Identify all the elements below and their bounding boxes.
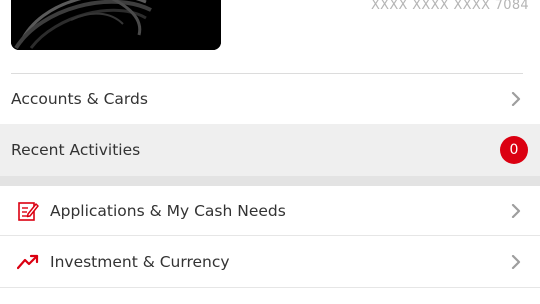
- chevron-right-icon: [509, 203, 523, 218]
- menu-item-investment-currency[interactable]: Investment & Currency: [0, 237, 540, 288]
- section-separator: [0, 176, 540, 186]
- app-screen: XXXX XXXX XXXX 7084 Accounts & Cards Rec…: [0, 0, 540, 304]
- next-menu-item-partial: [0, 289, 540, 304]
- menu-item-label: Accounts & Cards: [11, 90, 148, 108]
- chevron-right-icon: [509, 255, 523, 269]
- menu-item-recent-activities[interactable]: Recent Activities 0: [0, 124, 540, 176]
- menu-item-label: Applications & My Cash Needs: [50, 201, 286, 220]
- menu-item-label: Investment & Currency: [50, 253, 230, 271]
- edit-document-icon: [16, 199, 40, 223]
- card-art: [11, 0, 221, 50]
- chevron-right-icon: [509, 92, 523, 106]
- trending-up-icon: [16, 250, 40, 274]
- card-image[interactable]: [11, 0, 221, 50]
- menu-item-accounts-cards[interactable]: Accounts & Cards: [0, 74, 540, 124]
- card-header: XXXX XXXX XXXX 7084: [0, 0, 540, 73]
- masked-card-number: XXXX XXXX XXXX 7084: [370, 0, 529, 13]
- menu-item-applications[interactable]: Applications & My Cash Needs: [0, 186, 540, 236]
- menu-item-label: Recent Activities: [11, 141, 141, 159]
- notification-count-badge: 0: [500, 136, 528, 164]
